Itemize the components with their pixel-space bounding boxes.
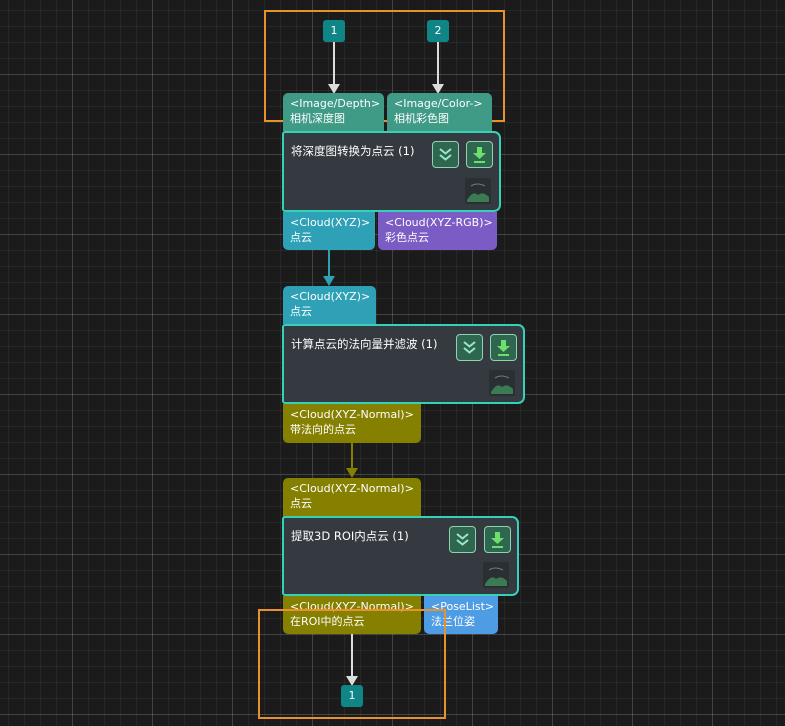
- download-step-button[interactable]: [466, 141, 493, 168]
- step-title: 将深度图转换为点云 (1): [291, 144, 415, 158]
- step-extract-3d-roi[interactable]: 提取3D ROI内点云 (1): [282, 516, 519, 596]
- port-type: <Cloud(XYZ)>: [290, 216, 371, 229]
- expand-step-button[interactable]: [449, 526, 476, 553]
- input-badge-1[interactable]: 1: [323, 20, 345, 42]
- step1-output-cloud-rgb-port[interactable]: <Cloud(XYZ-RGB)> 彩色点云: [378, 212, 497, 250]
- download-step-button[interactable]: [490, 334, 517, 361]
- step-title: 计算点云的法向量并滤波 (1): [291, 337, 438, 351]
- step-title: 提取3D ROI内点云 (1): [291, 529, 409, 543]
- port-type: <Cloud(XYZ-Normal)>: [290, 408, 414, 421]
- port-type: <Cloud(XYZ-RGB)>: [385, 216, 493, 229]
- step-depth-to-pointcloud[interactable]: 将深度图转换为点云 (1): [282, 131, 501, 212]
- port-label: 点云: [290, 231, 312, 244]
- input-badge-2[interactable]: 2: [427, 20, 449, 42]
- port-type: <Image/Depth>: [290, 97, 381, 110]
- port-type: <Image/Color->: [394, 97, 483, 110]
- link-cloud-normal: [346, 443, 358, 478]
- step-compute-normals-filter[interactable]: 计算点云的法向量并滤波 (1): [282, 324, 525, 404]
- port-label: 彩色点云: [385, 231, 429, 244]
- download-arrow-icon: [473, 147, 486, 163]
- landscape-thumbnail-icon: [485, 567, 507, 586]
- double-chevron-down-icon: [439, 148, 452, 161]
- step-thumbnail[interactable]: [483, 562, 509, 588]
- step2-output-cloud-normal-port[interactable]: <Cloud(XYZ-Normal)> 带法向的点云: [283, 404, 421, 443]
- step1-output-cloud-xyz-port[interactable]: <Cloud(XYZ)> 点云: [283, 212, 375, 250]
- port-label: 相机深度图: [290, 112, 345, 125]
- double-chevron-down-icon: [463, 341, 476, 354]
- step-thumbnail[interactable]: [489, 370, 515, 396]
- step3-input-cloud-normal-port[interactable]: <Cloud(XYZ-Normal)> 点云: [283, 478, 421, 517]
- port-type: <Cloud(XYZ-Normal)>: [290, 482, 414, 495]
- port-type: <Cloud(XYZ)>: [290, 290, 371, 303]
- port-label: 点云: [290, 305, 312, 318]
- output-badge-1[interactable]: 1: [341, 685, 363, 707]
- port-label: 带法向的点云: [290, 423, 356, 436]
- port-label: 点云: [290, 497, 312, 510]
- step1-input-depth-port[interactable]: <Image/Depth> 相机深度图: [283, 93, 384, 131]
- step-thumbnail[interactable]: [465, 178, 491, 204]
- double-chevron-down-icon: [456, 533, 469, 546]
- download-arrow-icon: [497, 340, 510, 356]
- landscape-thumbnail-icon: [467, 183, 489, 202]
- landscape-thumbnail-icon: [491, 375, 513, 394]
- link-cloud-xyz: [323, 250, 335, 286]
- download-step-button[interactable]: [484, 526, 511, 553]
- port-label: 相机彩色图: [394, 112, 449, 125]
- expand-step-button[interactable]: [456, 334, 483, 361]
- download-arrow-icon: [491, 532, 504, 548]
- step2-input-cloud-xyz-port[interactable]: <Cloud(XYZ)> 点云: [283, 286, 376, 324]
- expand-step-button[interactable]: [432, 141, 459, 168]
- step1-input-color-port[interactable]: <Image/Color-> 相机彩色图: [387, 93, 492, 131]
